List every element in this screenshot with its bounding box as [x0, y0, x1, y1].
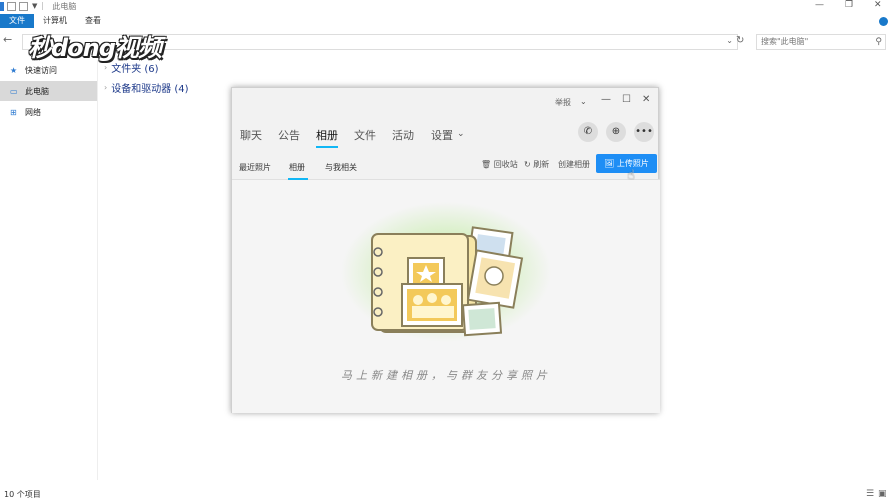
group-label: 文件夹 (6) [111, 64, 159, 75]
back-arrow-icon[interactable]: ← [3, 33, 12, 46]
group-devices[interactable]: › 设备和驱动器 (4) [104, 80, 189, 95]
computer-icon: ▭ [10, 86, 18, 96]
close-icon[interactable]: ✕ [874, 0, 882, 10]
tab-activity[interactable]: 活动 [392, 127, 414, 143]
sidebar-item-this-pc[interactable]: ▭ 此电脑 [0, 81, 97, 101]
help-icon[interactable] [879, 17, 888, 26]
app-icon [0, 1, 4, 11]
close-icon[interactable]: ✕ [642, 94, 650, 105]
trash-icon: 🗑 [481, 160, 492, 169]
tab-chat[interactable]: 聊天 [240, 127, 262, 143]
chevron-right-icon: › [104, 63, 108, 72]
ribbon-tabs: 文件 计算机 查看 [0, 14, 888, 28]
recycle-bin-button[interactable]: 🗑 回收站 [481, 159, 518, 170]
sidebar-item-label: 快速访问 [25, 65, 57, 75]
explorer-titlebar: ▼ 此电脑 [0, 0, 888, 12]
ribbon-tab-file[interactable]: 文件 [0, 14, 34, 28]
tab-announcement[interactable]: 公告 [278, 127, 300, 143]
minimize-icon[interactable]: — [815, 0, 824, 10]
subtab-recent-photos[interactable]: 最近照片 [239, 162, 271, 173]
properties-icon[interactable] [7, 1, 16, 11]
ribbon-tab-computer[interactable]: 计算机 [34, 14, 76, 28]
refresh-label: 刷新 [533, 160, 550, 169]
quick-access-dropdown-icon[interactable]: ▼ [32, 2, 37, 10]
search-input[interactable]: 搜索"此电脑" ⚲ [756, 34, 886, 50]
search-icon: ⚲ [875, 37, 882, 47]
star-icon: ★ [10, 65, 18, 75]
chevron-down-icon: ⌄ [457, 129, 465, 139]
group-folders[interactable]: › 文件夹 (6) [104, 60, 159, 75]
subtab-related-to-me[interactable]: 与我相关 [325, 162, 357, 173]
qq-group-window: 举报 ⌄ — ☐ ✕ 聊天 公告 相册 文件 活动 设置 ⌄ ✆ ⊕ ••• 最… [231, 87, 660, 413]
titlebar-divider [42, 2, 44, 10]
empty-album-message: 马上新建相册，与群友分享照片 [341, 369, 551, 382]
refresh-button[interactable]: ↻ 刷新 [524, 159, 549, 170]
ribbon-tab-view[interactable]: 查看 [76, 14, 110, 28]
phone-icon[interactable]: ✆ [578, 122, 598, 142]
add-comment-icon[interactable]: ⊕ [606, 122, 626, 142]
large-icons-view-icon[interactable]: ▣ [878, 489, 887, 499]
details-view-icon[interactable]: ☰ [866, 489, 874, 499]
active-tab-indicator [316, 146, 338, 148]
refresh-icon: ↻ [524, 160, 531, 169]
minimize-icon[interactable]: — [601, 94, 611, 105]
tab-files[interactable]: 文件 [354, 127, 376, 143]
watermark-logo: 秒dong视频 [28, 34, 162, 62]
maximize-icon[interactable]: ☐ [622, 94, 631, 105]
sidebar-item-label: 此电脑 [25, 86, 49, 96]
qq-titlebar: 举报 ⌄ — ☐ ✕ [232, 88, 660, 116]
sidebar-item-network[interactable]: ⊞ 网络 [0, 102, 97, 122]
new-folder-icon[interactable] [19, 1, 28, 11]
create-album-button[interactable]: 创建相册 [558, 159, 590, 170]
status-item-count: 10 个项目 [4, 490, 41, 499]
group-label: 设备和驱动器 (4) [111, 84, 189, 95]
chevron-down-icon[interactable]: ⌄ [580, 97, 587, 106]
report-link[interactable]: 举报 [555, 97, 571, 108]
network-icon: ⊞ [10, 107, 17, 117]
image-icon: 🖼 [604, 159, 615, 168]
restore-icon[interactable]: ❐ [845, 0, 853, 10]
refresh-icon[interactable]: ↻ [736, 35, 744, 46]
chevron-right-icon: › [104, 83, 108, 92]
upload-photos-label: 上传照片 [616, 159, 649, 168]
chevron-down-icon[interactable]: ⌄ [726, 36, 733, 45]
navigation-pane: ★ 快速访问 ▭ 此电脑 ⊞ 网络 [0, 60, 98, 480]
window-title: 此电脑 [52, 1, 77, 11]
screen: ▼ 此电脑 — ❐ ✕ 文件 计算机 查看 ← ⌄ ↻ 搜索"此电脑" ⚲ 秒d… [0, 0, 888, 502]
sidebar-item-label: 网络 [25, 107, 41, 117]
sidebar-item-quick-access[interactable]: ★ 快速访问 [0, 60, 97, 80]
more-icon[interactable]: ••• [634, 122, 654, 142]
recycle-bin-label: 回收站 [493, 160, 518, 169]
search-placeholder: 搜索"此电脑" [761, 37, 809, 46]
subtab-albums[interactable]: 相册 [289, 162, 305, 173]
tab-album[interactable]: 相册 [316, 127, 338, 143]
tab-settings[interactable]: 设置 [431, 127, 453, 143]
